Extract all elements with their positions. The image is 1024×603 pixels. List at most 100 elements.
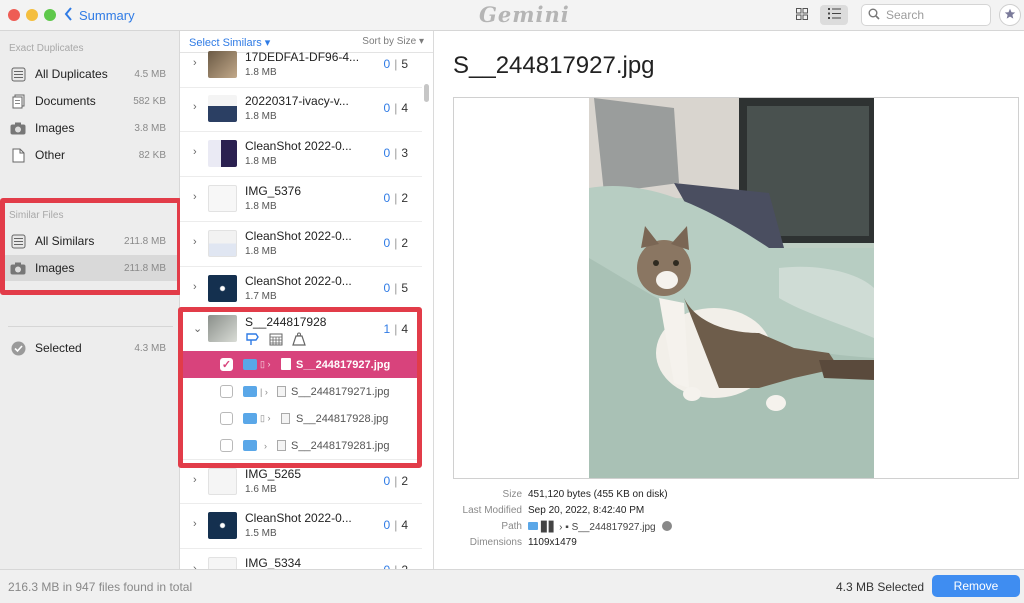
meta-value-dimensions: 1109x1479 (528, 537, 577, 548)
search-field[interactable]: Search (861, 4, 991, 26)
cat-photo (589, 98, 874, 478)
remove-button[interactable]: Remove (932, 575, 1020, 597)
group-size: 1.8 MB (245, 111, 277, 122)
group-name: 17DEDFA1-DF96-4... (245, 50, 360, 64)
close-window-button[interactable] (8, 9, 20, 21)
sidebar-item-label: All Duplicates (35, 67, 108, 81)
reveal-icon[interactable] (662, 521, 673, 531)
list-scrollbar[interactable] (424, 84, 429, 102)
group-name: IMG_5265 (245, 467, 302, 481)
meta-key-modified: Last Modified (462, 505, 522, 516)
documents-icon (10, 93, 26, 109)
chevron-left-icon (64, 6, 73, 24)
group-thumbnail (208, 468, 237, 495)
meta-key-path: Path (501, 521, 522, 532)
back-to-summary-button[interactable]: Summary (64, 6, 135, 24)
meta-value-modified: Sep 20, 2022, 8:42:40 PM (528, 505, 645, 516)
group-thumbnail (208, 230, 237, 257)
folder-icon (528, 522, 538, 530)
image-preview (453, 97, 1019, 479)
group-count: 0|2 (383, 191, 409, 205)
zoom-window-button[interactable] (44, 9, 56, 21)
meta-value-size: 451,120 bytes (455 KB on disk) (528, 489, 668, 500)
selected-size: 4.3 MB Selected (836, 580, 925, 594)
group-name: CleanShot 2022-0... (245, 229, 352, 243)
group-count: 0|2 (383, 236, 409, 250)
group-thumbnail (208, 185, 237, 212)
list-icon (827, 8, 841, 22)
group-size: 1.8 MB (245, 201, 277, 212)
group-name: CleanShot 2022-0... (245, 139, 352, 153)
group-size: 1.6 MB (245, 484, 277, 495)
sidebar-item-all-duplicates[interactable]: All Duplicates 4.5 MB (0, 61, 180, 87)
chevron-right-icon[interactable]: › (193, 518, 197, 530)
chevron-right-icon[interactable]: › (193, 101, 197, 113)
status-bar: 216.3 MB in 947 files found in total 4.3… (0, 569, 1024, 603)
list-view-button[interactable] (820, 5, 848, 25)
total-summary: 216.3 MB in 947 files found in total (8, 580, 193, 594)
group-size: 1.8 MB (245, 67, 277, 78)
sidebar-item-label: Images (35, 121, 75, 135)
camera-icon (10, 120, 26, 136)
group-row[interactable]: › CleanShot 2022-0... 1.7 MB 0 | 5 (180, 267, 422, 312)
group-count: 0|2 (383, 474, 409, 488)
meta-value-path[interactable]: ▊▋ › ▪ S__244817927.jpg (528, 521, 673, 533)
check-circle-icon (10, 340, 26, 356)
meta-key-dimensions: Dimensions (469, 537, 522, 548)
drive-icon (10, 66, 26, 82)
group-name: IMG_5376 (245, 184, 302, 198)
sidebar-item-images[interactable]: Images 3.8 MB (0, 115, 180, 141)
chevron-right-icon[interactable]: › (193, 191, 197, 203)
group-thumbnail (208, 557, 237, 569)
group-size: 1.8 MB (245, 246, 277, 257)
sidebar-item-size: 82 KB (138, 149, 166, 161)
exact-duplicates-header: Exact Duplicates (9, 43, 84, 54)
search-placeholder: Search (886, 8, 925, 22)
preview-title: S__244817927.jpg (453, 52, 655, 79)
group-name: CleanShot 2022-0... (245, 511, 352, 525)
sidebar-divider (8, 326, 173, 327)
group-name: 20220317-ivacy-v... (245, 94, 349, 108)
grid-view-button[interactable] (788, 5, 816, 25)
sidebar-item-size: 582 KB (133, 95, 166, 107)
group-row[interactable]: › IMG_5334 0|2 (180, 549, 422, 569)
sidebar: Exact Duplicates All Duplicates 4.5 MB D… (0, 31, 180, 569)
back-label: Summary (79, 7, 135, 23)
group-row[interactable]: › CleanShot 2022-0... 1.5 MB 0 | 4 (180, 504, 422, 549)
group-row[interactable]: › CleanShot 2022-0... 1.8 MB 0 | 3 (180, 132, 422, 177)
group-count: 0 | 4 (383, 101, 409, 115)
chevron-right-icon[interactable]: › (193, 281, 197, 293)
chevron-right-icon[interactable]: › (193, 236, 197, 248)
sidebar-item-size: 3.8 MB (134, 122, 166, 134)
sidebar-item-documents[interactable]: Documents 582 KB (0, 88, 180, 114)
annotation-highlight-expanded-group (178, 307, 422, 468)
meta-key-size: Size (502, 489, 522, 500)
group-size: 1.8 MB (245, 156, 277, 167)
group-thumbnail (208, 275, 237, 302)
group-thumbnail (208, 51, 237, 78)
chevron-right-icon[interactable]: › (193, 474, 197, 486)
annotation-highlight-similar-files (0, 198, 182, 295)
group-row[interactable]: › IMG_5376 1.8 MB 0 | 2 (180, 177, 422, 222)
group-row[interactable]: › 20220317-ivacy-v... 1.8 MB 0 | 4 (180, 87, 422, 132)
title-bar: Summary Gemini Search (0, 0, 1024, 31)
app-logo: Gemini (479, 2, 570, 27)
group-size: 1.5 MB (245, 528, 277, 539)
sidebar-item-size: 4.5 MB (134, 68, 166, 80)
group-name: IMG_5334 (245, 556, 302, 569)
favorite-button[interactable] (999, 4, 1021, 26)
group-row[interactable]: › CleanShot 2022-0... 1.8 MB 0 | 2 (180, 222, 422, 267)
group-count: 0 | 3 (383, 146, 409, 160)
search-icon (868, 8, 880, 23)
group-row[interactable]: › 17DEDFA1-DF96-4... 1.8 MB 0 | 5 (180, 43, 422, 88)
chevron-right-icon[interactable]: › (193, 146, 197, 158)
sidebar-item-selected[interactable]: Selected 4.3 MB (0, 335, 180, 361)
file-icon (10, 147, 26, 163)
minimize-window-button[interactable] (26, 9, 38, 21)
group-size: 1.7 MB (245, 291, 277, 302)
similar-groups-list: Select Similars ▾ Sort by Size ▾ › 17DED… (180, 31, 434, 569)
chevron-right-icon[interactable]: › (193, 57, 197, 69)
sidebar-item-other[interactable]: Other 82 KB (0, 142, 180, 168)
sidebar-item-label: Other (35, 148, 66, 162)
star-icon (1004, 8, 1016, 23)
